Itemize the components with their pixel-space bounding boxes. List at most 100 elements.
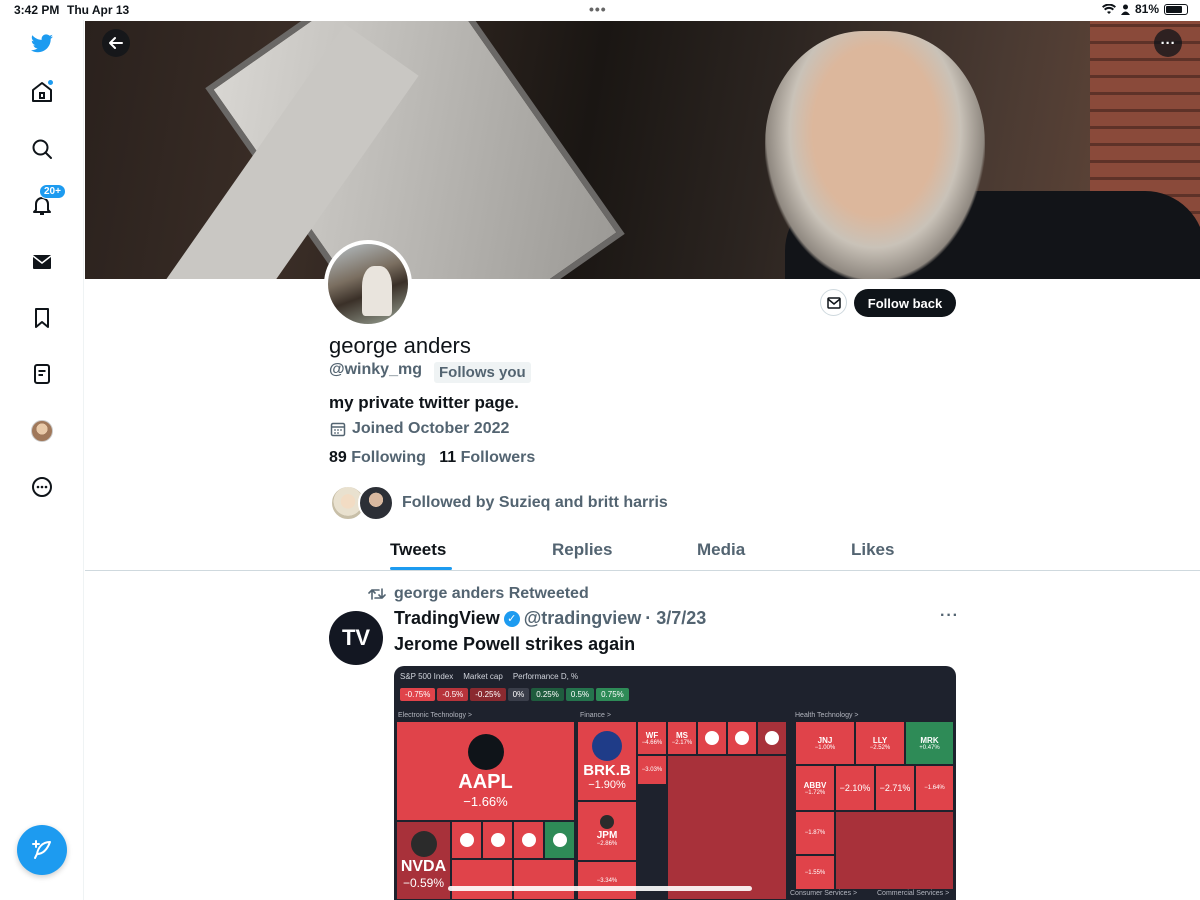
tile-change: −4.66% [641, 739, 663, 746]
joined-text: Joined October 2022 [352, 420, 510, 437]
multitasking-dots-icon[interactable]: ••• [589, 1, 607, 17]
tile-stock[interactable] [697, 721, 727, 755]
company-logo-icon [521, 832, 536, 847]
company-logo-icon [705, 730, 719, 745]
tab-tweets[interactable]: Tweets [390, 540, 446, 560]
tile-abbv[interactable]: ABBV −1.72% [795, 765, 835, 811]
home-icon[interactable] [28, 78, 56, 106]
tile-change: −1.87% [804, 830, 826, 836]
notifications-badge: 20+ [39, 184, 66, 199]
lists-icon[interactable] [28, 360, 56, 388]
tweet-author-avatar[interactable]: TV [329, 611, 383, 665]
tile-stock[interactable] [757, 721, 787, 755]
tile-change: −3.34% [596, 877, 618, 884]
search-icon[interactable] [28, 135, 56, 163]
tile-change: −1.00% [814, 744, 836, 751]
tweet-date[interactable]: · 3/7/23 [645, 608, 706, 629]
tweet-author-name[interactable]: TradingView [394, 608, 500, 629]
avatar [358, 485, 394, 521]
tile-lly[interactable]: LLY −2.52% [855, 721, 905, 765]
more-icon[interactable] [28, 473, 56, 501]
profile-avatar-figure [362, 266, 392, 316]
wifi-icon [1101, 3, 1116, 14]
mail-icon [826, 296, 841, 309]
profile-tabs: Tweets Replies Media Likes [329, 530, 956, 570]
tweet-author-handle[interactable]: @tradingview [524, 608, 642, 629]
back-button[interactable] [102, 29, 130, 57]
bookmarks-icon[interactable] [28, 304, 56, 332]
notifications-icon[interactable]: 20+ [28, 184, 66, 219]
message-button[interactable] [820, 289, 847, 316]
tile-jnj[interactable]: JNJ −1.00% [795, 721, 855, 765]
tile-ticker: BRK.B [583, 762, 631, 779]
tile-nvda[interactable]: NVDA −0.59% [396, 821, 451, 900]
legend-item: 0.25% [531, 688, 564, 701]
tile-change: −2.71% [879, 783, 911, 793]
verified-badge-icon: ✓ [503, 610, 520, 627]
follows-you-badge: Follows you [434, 362, 531, 383]
tile-finance-cluster[interactable] [667, 755, 787, 900]
tile-stock[interactable]: −3.03% [637, 755, 667, 785]
tile-brkb[interactable]: BRK.B −1.90% [577, 721, 637, 801]
follow-back-button[interactable]: Follow back [854, 289, 956, 317]
tile-jpm[interactable]: JPM −2.86% [577, 801, 637, 861]
tile-change: −1.66% [463, 793, 508, 809]
tile-stock[interactable] [727, 721, 757, 755]
tile-stock[interactable]: −1.87% [795, 811, 835, 855]
tweet-media-heatmap[interactable]: S&P 500 Index Market cap Performance D, … [394, 666, 956, 900]
tile-stock[interactable] [451, 821, 482, 859]
tile-wf[interactable]: WF −4.66% [637, 721, 667, 755]
tab-likes[interactable]: Likes [851, 540, 894, 560]
tab-replies[interactable]: Replies [552, 540, 612, 560]
tile-stock[interactable]: −1.64% [915, 765, 954, 811]
tile-stock[interactable] [544, 821, 575, 859]
jpm-logo-icon [600, 815, 614, 829]
compose-tweet-button[interactable] [17, 825, 67, 875]
tile-stock[interactable] [482, 821, 513, 859]
back-arrow-icon [109, 37, 123, 49]
sidebar: 20+ [0, 20, 84, 900]
tile-stock[interactable] [513, 821, 544, 859]
heatmap-toolbar: S&P 500 Index Market cap Performance D, … [400, 672, 578, 681]
tile-stock[interactable]: −2.71% [875, 765, 915, 811]
following-link[interactable]: 89 Following [329, 449, 426, 466]
tab-media[interactable]: Media [697, 540, 745, 560]
twitter-logo-icon[interactable] [28, 30, 56, 58]
tile-change: −2.52% [869, 744, 891, 751]
profile-avatar[interactable] [324, 240, 412, 328]
profile-nav-item[interactable] [28, 417, 56, 445]
following-label: Following [351, 449, 426, 466]
nvidia-logo-icon [410, 831, 437, 857]
battery-percent: 81% [1134, 2, 1159, 16]
calendar-icon [330, 422, 346, 437]
retweet-context: george anders Retweeted [368, 585, 589, 603]
status-date: Thu Apr 13 [67, 3, 130, 17]
company-logo-icon [765, 730, 779, 745]
tile-change: +0.47% [919, 744, 940, 751]
tile-ms[interactable]: MS −2.17% [667, 721, 697, 755]
tweet-header: TradingView ✓ @tradingview · 3/7/23 [394, 608, 706, 629]
apple-logo-icon [467, 733, 504, 770]
profile-banner: ··· [85, 21, 1200, 279]
retweet-text[interactable]: george anders Retweeted [394, 585, 589, 603]
tile-stock[interactable]: −1.55% [795, 855, 835, 890]
tile-aapl[interactable]: AAPL −1.66% [396, 721, 575, 821]
sector-label: Electronic Technology > [398, 712, 472, 719]
tile-stock[interactable]: −2.10% [835, 765, 875, 811]
heatmap-bottom-labels: Consumer Services > Commercial Services … [394, 890, 956, 900]
followers-link[interactable]: 11 Followers [439, 449, 535, 466]
tile-ticker: JNJ [817, 735, 833, 745]
tile-ticker: ABBV [803, 780, 827, 790]
more-options-button[interactable]: ··· [1154, 29, 1182, 57]
tile-mrk[interactable]: MRK +0.47% [905, 721, 954, 765]
sector-label: Consumer Services > [790, 890, 858, 897]
tweet-more-icon[interactable]: ··· [940, 607, 959, 625]
messages-icon[interactable] [28, 248, 56, 276]
home-indicator[interactable] [448, 886, 752, 891]
followed-by-row[interactable]: Followed by Suzieq and britt harris [330, 485, 668, 521]
tile-change: −2.86% [596, 841, 618, 847]
tile-change: −0.59% [402, 876, 445, 890]
berkshire-logo-icon [592, 731, 622, 761]
joined-date: Joined October 2022 [330, 420, 509, 438]
tile-health-cluster[interactable] [835, 811, 954, 890]
